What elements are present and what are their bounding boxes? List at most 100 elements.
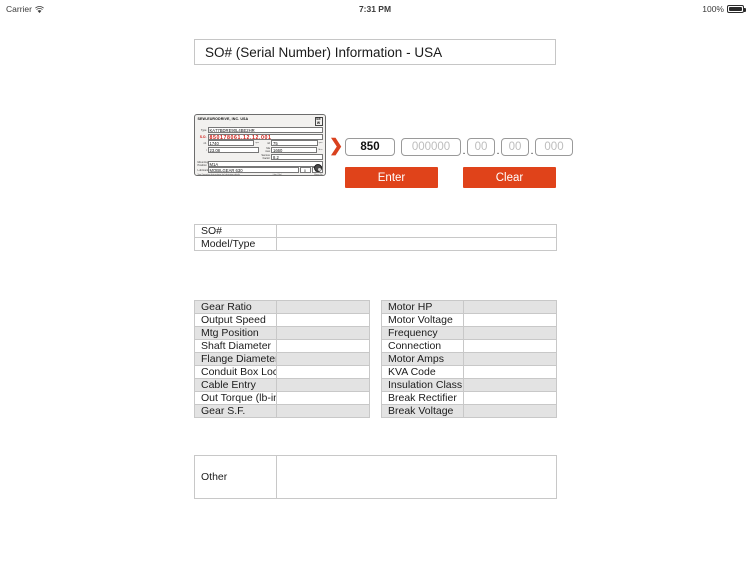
identification-cell-label: Model/Type [194, 237, 277, 251]
serial-separator-3: . [530, 145, 534, 157]
motor-details-table: Motor HP Motor Voltage Frequency Connection… [381, 300, 557, 418]
nameplate-type-value: KA77BDRE90L4BE2HR [207, 127, 323, 134]
motor-cell-value[interactable] [463, 404, 557, 418]
nameplate-so-row: S.O. 850178061.12.12.001 [198, 133, 323, 140]
gear-cell-value[interactable] [276, 404, 370, 418]
nameplate-lubricant-label: Lubricant [197, 168, 209, 172]
nameplate-ratio-label: i [205, 148, 207, 152]
gear-cell-label: Output Speed [194, 313, 277, 327]
table-row: Connection [381, 339, 557, 353]
enter-button[interactable]: Enter [345, 167, 438, 188]
motor-cell-label: KVA Code [381, 365, 464, 379]
nameplate-mounting-value: M1A [207, 160, 323, 167]
nameplate-so-value: 850178061.12.12.001 [207, 133, 323, 140]
battery-full-icon [727, 5, 746, 13]
gear-details-table: Gear Ratio Output Speed Mtg Position Shaft … [194, 300, 370, 418]
identification-cell-label: SO# [194, 224, 277, 238]
table-row: Break Voltage [381, 404, 557, 418]
nameplate-sf-row: Service Factor 8.2 [198, 153, 323, 160]
nameplate-footnote: See Operating Instructions for lubricati… [198, 174, 323, 175]
motor-cell-label: Break Voltage [381, 404, 464, 418]
motor-cell-value[interactable] [463, 326, 557, 340]
nameplate-input-speed-label: n1 [203, 141, 207, 145]
motor-cell-value[interactable] [463, 365, 557, 379]
nameplate-so-label: S.O. [199, 134, 207, 139]
nameplate-sf-label: Service Factor [261, 153, 270, 160]
serial-segment-2-input[interactable]: 00 [467, 138, 495, 156]
serial-segment-3-input[interactable]: 00 [501, 138, 529, 156]
table-row: Conduit Box Loc [194, 365, 370, 379]
serial-number-input-group[interactable]: 850 000000 . 00 . 00 . 000 [345, 138, 573, 157]
serial-separator-2: . [496, 145, 500, 157]
gear-cell-label: Mtg Position [194, 326, 277, 340]
motor-cell-value[interactable] [463, 391, 557, 405]
table-row: Break Rectifier [381, 391, 557, 405]
nameplate-mounting-row: Mounting Position M1A [198, 160, 323, 167]
serial-separator-1: . [462, 145, 466, 157]
other-value[interactable] [276, 455, 557, 499]
gear-cell-value[interactable] [276, 300, 370, 314]
gear-cell-label: Cable Entry [194, 378, 277, 392]
gear-cell-value[interactable] [276, 365, 370, 379]
nameplate-speed-row: n1 1740 rpm n2 75 rpm [198, 140, 323, 147]
identification-table: SO# Model/Type [194, 224, 557, 251]
nameplate-qty1-value: 0 [299, 167, 311, 174]
gear-cell-value[interactable] [276, 352, 370, 366]
motor-cell-value[interactable] [463, 352, 557, 366]
table-row: Shaft Diameter [194, 339, 370, 353]
table-row: Gear Ratio [194, 300, 370, 314]
gear-cell-label: Conduit Box Loc [194, 365, 277, 379]
status-bar-right: 100% [702, 4, 746, 14]
motor-cell-value[interactable] [463, 378, 557, 392]
nameplate-input-speed-value: 1740 [207, 140, 255, 147]
gear-cell-label: Gear S.F. [194, 404, 277, 418]
identification-cell-value[interactable] [276, 224, 557, 238]
table-row: Motor HP [381, 300, 557, 314]
nameplate-type-label: Type [200, 128, 207, 132]
nameplate-torque-label: Ma max [265, 147, 270, 154]
nameplate-input-speed-unit: rpm [255, 142, 259, 145]
table-row: Cable Entry [194, 378, 370, 392]
nameplate-brand: SEW-EURODRIVE, INC. USA [197, 117, 249, 121]
gear-cell-label: Gear Ratio [194, 300, 277, 314]
table-row: Gear S.F. [194, 404, 370, 418]
table-row: Out Torque (lb-in) [194, 391, 370, 405]
clock-label: 7:31 PM [358, 4, 392, 14]
gear-cell-value[interactable] [276, 391, 370, 405]
motor-cell-value[interactable] [463, 300, 557, 314]
gear-cell-value[interactable] [276, 378, 370, 392]
nameplate-type-row: Type KA77BDRE90L4BE2HR [198, 127, 323, 134]
page-content: SO# (Serial Number) Information - USA SE… [0, 18, 750, 562]
motor-cell-label: Motor HP [381, 300, 464, 314]
table-row: Motor Voltage [381, 313, 557, 327]
serial-body-input[interactable]: 000000 [401, 138, 461, 156]
red-chevron-right-icon: ❯ [329, 136, 344, 155]
nameplate-torque-value: 1660 [271, 147, 318, 154]
status-bar: Carrier 7:31 PM 100% [0, 0, 750, 18]
serial-prefix-input[interactable]: 850 [345, 138, 395, 156]
nameplate-ratio-value: 23.08 [207, 147, 259, 154]
motor-cell-value[interactable] [463, 339, 557, 353]
serial-segment-4-input[interactable]: 000 [535, 138, 573, 156]
table-row: Frequency [381, 326, 557, 340]
other-notes-table: Other [194, 455, 557, 499]
page-title-text: SO# (Serial Number) Information - USA [205, 44, 443, 60]
motor-cell-value[interactable] [463, 313, 557, 327]
nameplate-lubricant-value: MOBILGEAR 630 [207, 167, 299, 174]
nameplate-torque-unit: lb-in [318, 149, 323, 152]
identification-cell-value[interactable] [276, 237, 557, 251]
gear-cell-label: Shaft Diameter [194, 339, 277, 353]
table-row: Model/Type [194, 237, 557, 251]
motor-cell-label: Motor Voltage [381, 313, 464, 327]
clear-button[interactable]: Clear [463, 167, 556, 188]
nameplate-ratio-row: i 23.08 Ma max 1660 lb-in [198, 147, 323, 154]
nameplate-illustration: SEW-EURODRIVE, INC. USA SE W Type KA77BDR… [194, 114, 326, 176]
gear-cell-value[interactable] [276, 313, 370, 327]
motor-cell-label: Motor Amps [381, 352, 464, 366]
nameplate-header: SEW-EURODRIVE, INC. USA SE W [197, 117, 323, 127]
motor-cell-label: Connection [381, 339, 464, 353]
gear-cell-value[interactable] [276, 339, 370, 353]
gear-cell-value[interactable] [276, 326, 370, 340]
sew-logo-icon: SE W [314, 117, 323, 127]
table-row: SO# [194, 224, 557, 238]
